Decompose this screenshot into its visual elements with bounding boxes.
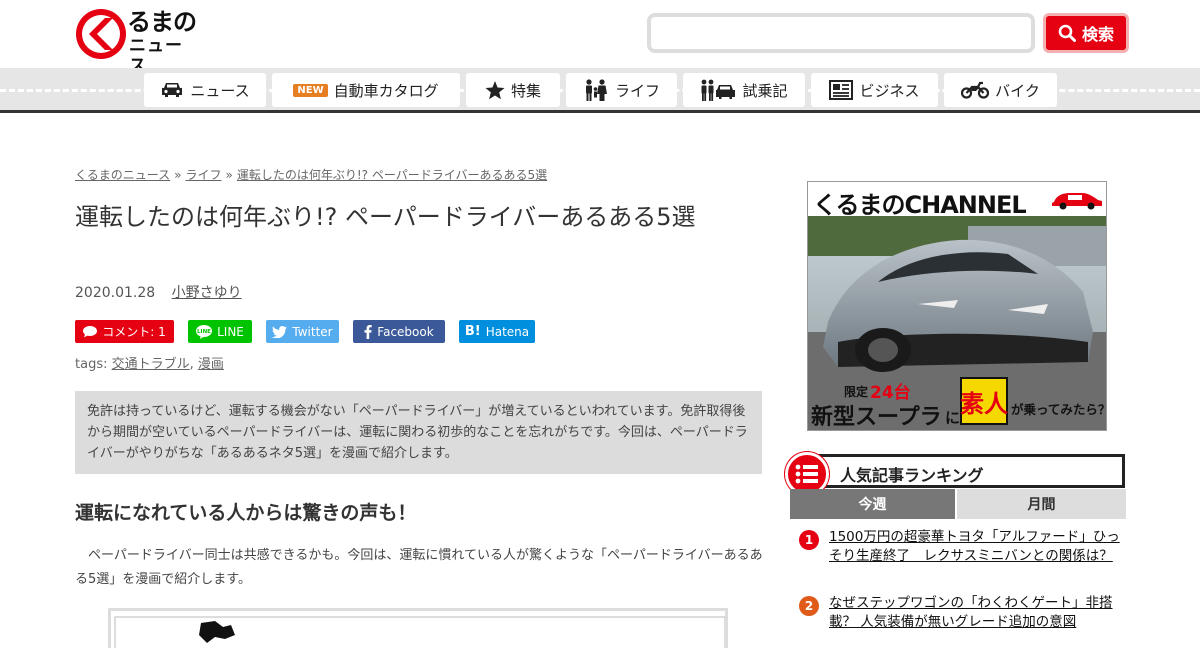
banner-limited: 限定 <box>844 385 869 399</box>
new-badge: NEW <box>293 83 328 97</box>
hatena-icon: B! <box>464 324 481 339</box>
motorcycle-icon <box>961 81 990 99</box>
nav-item-label: ニュース <box>190 81 250 100</box>
hatena-share-label: Hatena <box>485 324 530 339</box>
author-link[interactable]: 小野さゆり <box>172 285 242 301</box>
search-icon <box>1058 24 1076 42</box>
article-paragraph: ペーパードライバー同士は共感できるかも。今回は、運転に慣れている人が驚くような「… <box>75 548 763 587</box>
newspaper-icon <box>829 80 854 100</box>
breadcrumb-link-home[interactable]: くるまのニュース <box>75 168 170 182</box>
channel-banner[interactable]: くるまのCHANNEL 限定 24台 新型スープラ に 素人 が乗ってみたら？ <box>807 181 1107 431</box>
red-car-icon <box>1052 193 1102 210</box>
manga-image <box>108 608 728 648</box>
svg-text:LINE: LINE <box>197 329 211 335</box>
nav-item-catalog[interactable]: NEW 自動車カタログ <box>272 73 460 107</box>
section-heading: 運転になれている人からは驚きの声も！ <box>75 502 417 524</box>
breadcrumb-separator: » <box>225 168 233 182</box>
search-button-label: 検索 <box>1081 25 1114 44</box>
ranking-tabs: 今週 月間 <box>790 489 1126 519</box>
breadcrumb: くるまのニュース» ライフ» 運転したのは何年ぶり!? ペーパードライバーあるある5… <box>75 166 547 183</box>
breadcrumb-link-life[interactable]: ライフ <box>186 168 222 182</box>
breadcrumb-separator: » <box>174 168 182 182</box>
nav-item-label: ビジネス <box>859 81 920 100</box>
ranking-item-link[interactable]: 1500万円の超豪華トヨタ「アルファード」ひっそり生産終了 レクサスミニバンとの… <box>829 528 1121 566</box>
nav-item-label: ライフ <box>614 81 660 100</box>
facebook-share-label: Facebook <box>377 324 434 339</box>
twitter-bird-icon <box>272 325 288 338</box>
nav-item-label: 特集 <box>510 81 541 100</box>
nav-item-news[interactable]: ニュース <box>144 73 266 107</box>
banner-headline-c: 素人 <box>960 377 1008 425</box>
comment-icon <box>83 325 98 337</box>
ranking-item[interactable]: 2 なぜステップワゴンの「わくわくゲート」非搭載？ 人気装備が無いグレード追加の… <box>797 594 1127 634</box>
main-nav: ニュース NEW 自動車カタログ 特集 ライフ 試乗記 ビジネス バイク <box>0 68 1200 113</box>
ranking-item[interactable]: 1 1500万円の超豪華トヨタ「アルファード」ひっそり生産終了 レクサスミニバン… <box>797 528 1127 588</box>
people-car-icon <box>700 79 736 101</box>
ranking-item-link[interactable]: なぜステップワゴンの「わくわくゲート」非搭載？ 人気装備が無いグレード追加の意図 <box>829 594 1121 632</box>
ranking-header: 人気記事ランキング <box>785 452 1130 496</box>
line-share-button[interactable]: LINE LINE <box>188 320 252 343</box>
nav-item-life[interactable]: ライフ <box>566 73 677 107</box>
twitter-share-label: Twitter <box>292 324 333 339</box>
rank-number: 2 <box>799 596 819 616</box>
banner-caption: 限定 24台 新型スープラ に 素人 が乗ってみたら？ <box>808 377 1107 430</box>
article-tags: tags: 交通トラブル, 漫画 <box>75 353 224 372</box>
nav-item-label: バイク <box>995 81 1040 100</box>
banner-title: くるまのCHANNEL <box>813 191 1027 219</box>
nav-item-test-drive[interactable]: 試乗記 <box>683 73 805 107</box>
nav-item-feature[interactable]: 特集 <box>466 73 560 107</box>
facebook-icon <box>364 324 372 339</box>
star-icon <box>485 80 505 100</box>
site-logo[interactable]: るまの ニュース <box>75 8 200 76</box>
site-header: るまの ニュース 検索 <box>0 0 1200 76</box>
family-icon <box>583 79 609 101</box>
nav-item-business[interactable]: ビジネス <box>811 73 938 107</box>
article-lead: 免許は持っているけど、運転する機会がない「ペーパードライバー」が増えているといわ… <box>75 391 762 474</box>
nav-item-label: 試乗記 <box>742 81 788 100</box>
article-meta: 2020.01.28 小野さゆり <box>75 282 242 302</box>
twitter-share-button[interactable]: Twitter <box>266 320 339 343</box>
comment-button[interactable]: コメント: 1 <box>75 320 174 343</box>
tags-label: tags: <box>75 357 108 372</box>
tab-weekly[interactable]: 今週 <box>790 489 955 519</box>
logo-text-top: るまの <box>127 8 197 36</box>
banner-headline-a: 新型スープラ <box>811 405 942 430</box>
breadcrumb-link-article[interactable]: 運転したのは何年ぶり!? ペーパードライバーあるある5選 <box>237 168 547 182</box>
banner-headline-d: が乗ってみたら？ <box>1011 402 1107 417</box>
nav-item-bike[interactable]: バイク <box>944 73 1057 107</box>
search-input[interactable] <box>651 17 1031 49</box>
line-share-label: LINE <box>217 324 244 339</box>
tag-link[interactable]: 漫画 <box>198 357 224 372</box>
car-icon <box>160 81 184 99</box>
tag-separator: , <box>189 357 194 372</box>
tab-monthly[interactable]: 月間 <box>957 489 1126 519</box>
comment-button-label: コメント: 1 <box>102 325 166 339</box>
logo-mark-icon <box>76 9 126 59</box>
search-button[interactable]: 検索 <box>1043 13 1129 53</box>
search-box <box>647 13 1035 53</box>
banner-title-bar: くるまのCHANNEL <box>808 182 1106 219</box>
ranking-title: 人気記事ランキング <box>840 466 984 485</box>
line-icon: LINE <box>196 324 213 339</box>
banner-headline-b: に <box>945 409 961 427</box>
hatena-share-button[interactable]: B! Hatena <box>459 320 535 343</box>
rank-number: 1 <box>799 530 819 550</box>
page-title: 運転したのは何年ぶり!? ペーパードライバーあるある5選 <box>75 203 696 231</box>
facebook-share-button[interactable]: Facebook <box>353 320 445 343</box>
ranking-title-box: 人気記事ランキング <box>807 454 1125 488</box>
tag-link[interactable]: 交通トラブル <box>112 357 190 372</box>
article-date: 2020.01.28 <box>75 285 156 301</box>
nav-item-label: 自動車カタログ <box>333 81 439 100</box>
